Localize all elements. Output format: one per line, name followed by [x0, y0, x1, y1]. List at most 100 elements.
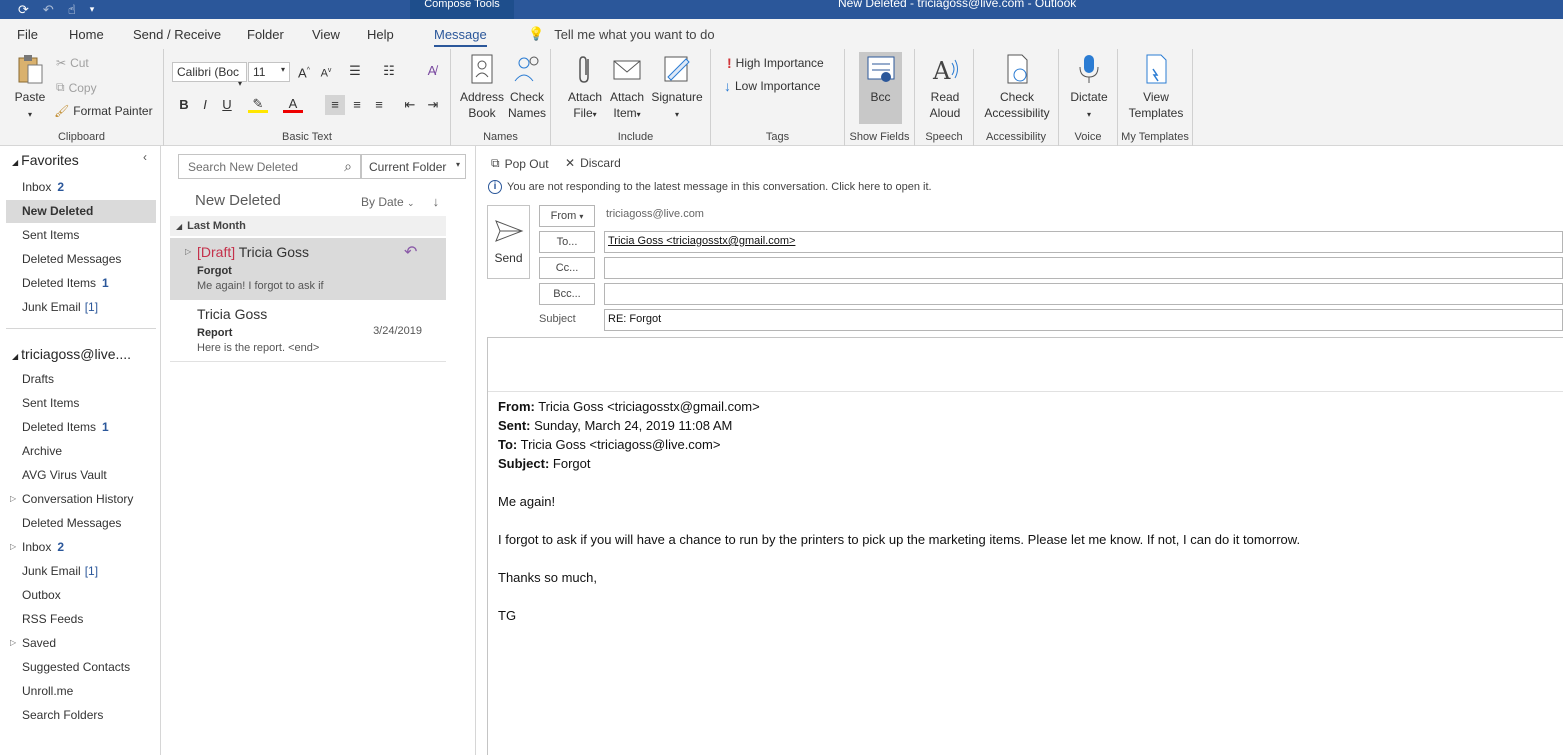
expand-arrow-icon[interactable]: ▷	[10, 542, 16, 551]
quoted-subject-label: Subject:	[498, 456, 550, 471]
attach-item-button[interactable]: Attach Item▾	[607, 53, 647, 123]
view-templates-button[interactable]: View Templates	[1126, 53, 1186, 121]
discard-button[interactable]: ✕ Discard	[565, 156, 621, 170]
to-field[interactable]: Tricia Goss <triciagosstx@gmail.com>	[604, 231, 1563, 253]
read-aloud-button[interactable]: A Read Aloud	[923, 53, 967, 121]
nav-item-archive[interactable]: Archive	[22, 444, 62, 458]
tab-help[interactable]: Help	[367, 27, 394, 42]
customize-qat-icon[interactable]: ▾	[90, 4, 95, 15]
numbering-icon[interactable]: ☷	[379, 61, 399, 81]
font-family-value: Calibri (Boc	[177, 65, 240, 79]
signature-button[interactable]: Signature ▾	[649, 53, 705, 123]
replied-icon: ↶	[404, 244, 418, 261]
nav-item-drafts[interactable]: Drafts	[22, 372, 54, 386]
font-color-icon[interactable]: A	[283, 95, 303, 113]
message-body[interactable]: From: Tricia Goss <triciagosstx@gmail.co…	[487, 337, 1563, 755]
copy-button[interactable]: ⧉ Copy	[56, 80, 97, 95]
bcc-field-button[interactable]: Bcc...	[539, 283, 595, 305]
favorites-header[interactable]: ◢ Favorites	[12, 152, 79, 168]
font-size-select[interactable]: 11 ▾	[248, 62, 290, 82]
align-left-icon[interactable]: ≡	[325, 95, 345, 115]
bold-button[interactable]: B	[174, 95, 194, 115]
nav-item-deleted-messages[interactable]: Deleted Messages	[22, 252, 121, 266]
nav-item-suggested-contacts[interactable]: Suggested Contacts	[22, 660, 130, 674]
cc-field[interactable]	[604, 257, 1563, 279]
nav-item-deleted-items-account[interactable]: Deleted Items 1	[22, 420, 109, 434]
search-input[interactable]: Search New Deleted ⌕	[178, 154, 361, 179]
align-center-icon[interactable]: ≡	[347, 95, 367, 115]
nav-item-outbox[interactable]: Outbox	[22, 588, 61, 602]
nav-item-deleted-items[interactable]: Deleted Items 1	[22, 276, 109, 290]
dictate-button[interactable]: Dictate ▾	[1067, 53, 1111, 123]
expand-arrow-icon[interactable]: ▷	[10, 638, 16, 647]
decrease-indent-icon[interactable]: ⇤	[400, 95, 420, 115]
cc-button[interactable]: Cc...	[539, 257, 595, 279]
shrink-font-icon[interactable]: Av	[316, 61, 336, 81]
underline-button[interactable]: U	[217, 95, 237, 115]
from-button[interactable]: From ▾	[539, 205, 595, 227]
tell-me-box[interactable]: 💡 Tell me what you want to do	[528, 26, 715, 42]
format-painter-button[interactable]: 🖌 Format Painter	[54, 104, 153, 118]
tab-view[interactable]: View	[312, 27, 340, 42]
attach-file-button[interactable]: Attach File▾	[565, 53, 605, 123]
group-header-last-month[interactable]: ◢ Last Month	[170, 216, 446, 236]
nav-item-junk-email-account[interactable]: Junk Email [1]	[22, 564, 98, 578]
tab-send-receive[interactable]: Send / Receive	[133, 27, 221, 42]
nav-item-rss-feeds[interactable]: RSS Feeds	[22, 612, 83, 626]
tab-home[interactable]: Home	[69, 27, 104, 42]
touch-mode-icon[interactable]: ☝	[68, 2, 76, 18]
check-accessibility-button[interactable]: Check Accessibility	[982, 53, 1052, 121]
list-item[interactable]: ▷ [Draft] Tricia Goss ↶ Forgot Me again!…	[170, 238, 446, 300]
account-header[interactable]: ◢ triciagoss@live....	[12, 346, 131, 362]
pop-out-button[interactable]: ⧉ Pop Out	[491, 156, 549, 171]
subject-field[interactable]: RE: Forgot	[604, 309, 1563, 331]
nav-item-unroll-me[interactable]: Unroll.me	[22, 684, 73, 698]
sort-direction-icon[interactable]: ↓	[433, 194, 440, 209]
nav-item-conversation-history[interactable]: Conversation History	[22, 492, 133, 506]
sort-by-button[interactable]: By Date ⌄ ↓	[361, 194, 439, 209]
chevron-down-icon: ▾	[27, 110, 32, 119]
sync-icon[interactable]: ⟳	[18, 2, 29, 18]
address-book-button[interactable]: Address Book	[458, 53, 506, 121]
align-right-icon[interactable]: ≡	[369, 95, 389, 115]
tab-message[interactable]: Message	[434, 27, 487, 47]
title-bar: ⟳ ↶ ☝ ▾ Compose Tools New Deleted - tric…	[0, 0, 1563, 19]
collapse-pane-icon[interactable]: ‹	[143, 150, 147, 164]
undo-icon[interactable]: ↶	[43, 2, 54, 18]
nav-item-junk-email[interactable]: Junk Email [1]	[22, 300, 98, 314]
check-names-button[interactable]: Check Names	[505, 53, 549, 121]
highlight-icon[interactable]: ✎	[248, 95, 268, 113]
to-button[interactable]: To...	[539, 231, 595, 253]
tab-folder[interactable]: Folder	[247, 27, 284, 42]
nav-item-sent-items[interactable]: Sent Items	[22, 228, 79, 242]
grow-font-icon[interactable]: A^	[294, 61, 314, 81]
bcc-field[interactable]	[604, 283, 1563, 305]
send-button[interactable]: Send	[487, 205, 530, 279]
nav-item-avg-virus-vault[interactable]: AVG Virus Vault	[22, 468, 107, 482]
italic-button[interactable]: I	[195, 95, 215, 115]
clear-formatting-icon[interactable]: A̸	[422, 61, 442, 81]
nav-item-new-deleted[interactable]: New Deleted	[6, 200, 156, 223]
increase-indent-icon[interactable]: ⇥	[423, 95, 443, 115]
info-bar[interactable]: i You are not responding to the latest me…	[488, 180, 932, 194]
nav-item-saved[interactable]: Saved	[22, 636, 56, 650]
to-recipient[interactable]: Tricia Goss <triciagosstx@gmail.com>	[608, 235, 795, 247]
nav-item-deleted-messages-account[interactable]: Deleted Messages	[22, 516, 121, 530]
cut-button[interactable]: ✂ Cut	[56, 56, 89, 70]
low-importance-button[interactable]: ↓ Low Importance	[724, 78, 820, 94]
font-family-select[interactable]: Calibri (Boc ▾	[172, 62, 247, 88]
list-item[interactable]: Tricia Goss Report 3/24/2019 Here is the…	[170, 300, 446, 362]
nav-item-sent-items-account[interactable]: Sent Items	[22, 396, 79, 410]
search-scope-select[interactable]: Current Folder ▾	[361, 154, 466, 179]
bullets-icon[interactable]: ☰	[345, 61, 365, 81]
tab-file[interactable]: File	[17, 27, 38, 42]
expand-conversation-icon[interactable]: ▷	[185, 247, 191, 256]
bcc-button[interactable]: Bcc	[859, 53, 902, 105]
nav-item-search-folders[interactable]: Search Folders	[22, 708, 103, 722]
expand-arrow-icon[interactable]: ▷	[10, 494, 16, 503]
high-importance-button[interactable]: ! High Importance	[727, 55, 824, 71]
check-names-icon	[514, 56, 539, 82]
paste-button[interactable]: Paste ▾	[10, 53, 50, 123]
nav-item-inbox[interactable]: Inbox 2	[22, 180, 64, 194]
nav-item-inbox-account[interactable]: Inbox 2	[22, 540, 64, 554]
